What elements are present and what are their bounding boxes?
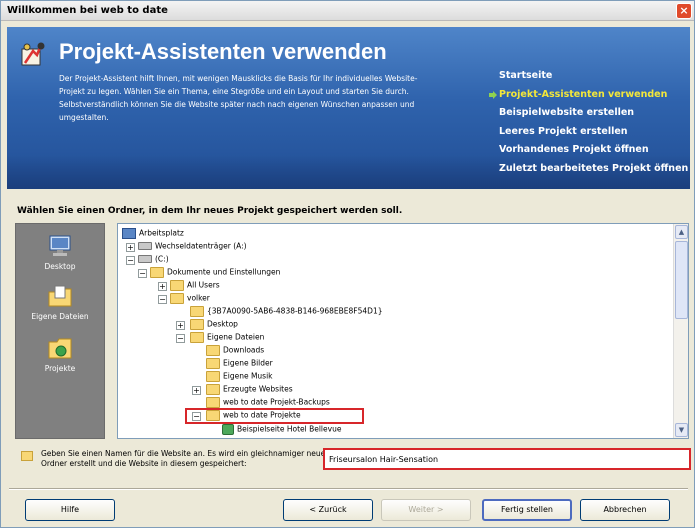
folder-icon (206, 357, 220, 369)
folder-icon (190, 305, 204, 317)
tree-scrollbar[interactable]: ▲ ▼ (673, 224, 688, 438)
folder-icon (206, 396, 220, 408)
tree-item-desktop[interactable]: Desktop (190, 317, 238, 330)
tree-item-erzeugte-websites[interactable]: Erzeugte Websites (206, 382, 293, 395)
places-bar: Desktop Eigene Dateien Projekte (15, 223, 105, 439)
nav-item-zuletzt-bearbeitet[interactable]: Zuletzt bearbeitetes Projekt öffnen (489, 162, 689, 181)
folder-icon (206, 370, 220, 382)
nav-item-vorhandenes-projekt[interactable]: Vorhandenes Projekt öffnen (489, 143, 689, 162)
collapse-icon[interactable]: − (176, 334, 185, 343)
arrow-right-icon (489, 90, 497, 99)
expand-icon[interactable]: + (192, 386, 201, 395)
nav-item-projekt-assistenten[interactable]: Projekt-Assistenten verwenden (489, 88, 689, 107)
banner-description: Der Projekt-Assistent hilft Ihnen, mit w… (59, 74, 418, 122)
next-button[interactable]: Weiter > (381, 499, 471, 521)
tree-item-hotel-bellevue[interactable]: Beispielseite Hotel Bellevue (222, 422, 341, 435)
cancel-button[interactable]: Abbrechen (580, 499, 670, 521)
tree-item-all-users[interactable]: All Users (170, 278, 220, 291)
title-bar: Willkommen bei web to date × (1, 1, 694, 21)
website-name-hint: Geben Sie einen Namen für die Website an… (41, 449, 329, 468)
my-documents-icon (48, 285, 72, 307)
tree-item-dokumente[interactable]: Dokumente und Einstellungen (150, 265, 280, 278)
scroll-down-icon[interactable]: ▼ (675, 423, 688, 437)
desktop-icon (49, 235, 71, 256)
scroll-up-icon[interactable]: ▲ (675, 225, 688, 239)
nav-item-startseite[interactable]: Startseite (489, 69, 689, 88)
collapse-icon[interactable]: − (138, 269, 147, 278)
projects-folder-icon (48, 338, 72, 359)
folder-icon (206, 344, 220, 356)
folder-icon (150, 266, 164, 278)
help-button[interactable]: Hilfe (25, 499, 115, 521)
place-projekte[interactable]: Projekte (16, 336, 104, 373)
expand-icon[interactable]: + (158, 282, 167, 291)
tree-item-downloads[interactable]: Downloads (206, 343, 264, 356)
tree-item-volker[interactable]: volker (170, 291, 210, 304)
folder-icon (190, 331, 204, 343)
header-banner: Projekt-Assistenten verwenden Der Projek… (7, 27, 690, 189)
tree-item-guid-folder[interactable]: {3B7A0090-5AB6-4838-B146-968EBE8F54D1} (190, 304, 383, 317)
drive-icon (138, 255, 152, 263)
wizard-nav: Startseite Projekt-Assistenten verwenden… (489, 69, 689, 180)
folder-tree[interactable]: Arbeitsplatz + Wechseldatenträger (A:) −… (117, 223, 689, 439)
folder-hint-icon (21, 451, 33, 461)
tree-item-arbeitsplatz[interactable]: Arbeitsplatz (122, 226, 184, 239)
tree-item-wechseldatentraeger[interactable]: Wechseldatenträger (A:) (138, 239, 247, 252)
window-title: Willkommen bei web to date (7, 5, 168, 16)
close-icon[interactable]: × (676, 3, 692, 19)
place-desktop[interactable]: Desktop (16, 234, 104, 271)
tree-item-eigene-bilder[interactable]: Eigene Bilder (206, 356, 273, 369)
page-title: Projekt-Assistenten verwenden (59, 39, 387, 64)
tree-item-eigene-musik[interactable]: Eigene Musik (206, 369, 273, 382)
website-name-row: Geben Sie einen Namen für die Website an… (15, 447, 691, 477)
scroll-thumb[interactable] (675, 241, 688, 319)
folder-icon (170, 279, 184, 291)
finish-button[interactable]: Fertig stellen (482, 499, 572, 521)
divider (9, 488, 688, 490)
collapse-icon[interactable]: − (126, 256, 135, 265)
tree-item-c-drive[interactable]: (C:) (138, 252, 169, 265)
folder-section-label: Wählen Sie einen Ordner, in dem Ihr neue… (17, 206, 403, 216)
folder-icon (206, 383, 220, 395)
tree-item-projekt-backups[interactable]: web to date Projekt-Backups (206, 395, 330, 408)
computer-icon (122, 227, 136, 239)
place-eigene-dateien[interactable]: Eigene Dateien (16, 284, 104, 321)
wizard-icon (21, 42, 45, 66)
website-icon (222, 423, 234, 435)
website-name-input[interactable] (323, 448, 691, 470)
collapse-icon[interactable]: − (158, 295, 167, 304)
wizard-window: Willkommen bei web to date × Projekt-Ass… (0, 0, 695, 528)
back-button[interactable]: < Zurück (283, 499, 373, 521)
nav-item-beispielwebsite[interactable]: Beispielwebsite erstellen (489, 106, 689, 125)
expand-icon[interactable]: + (126, 243, 135, 252)
folder-icon (190, 318, 204, 330)
expand-icon[interactable]: + (176, 321, 185, 330)
drive-icon (138, 242, 152, 250)
tree-item-eigene-dateien[interactable]: Eigene Dateien (190, 330, 264, 343)
nav-item-leeres-projekt[interactable]: Leeres Projekt erstellen (489, 125, 689, 144)
folder-icon (170, 292, 184, 304)
